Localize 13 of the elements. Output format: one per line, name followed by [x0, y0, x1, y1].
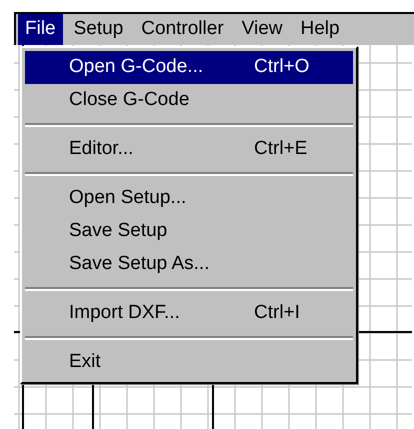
menu-option[interactable]: Save Setup As... — [25, 248, 353, 281]
menu-item[interactable]: View — [234, 14, 290, 45]
menu-item[interactable]: File — [18, 14, 63, 45]
menu-option[interactable]: Save Setup — [25, 215, 353, 248]
menu-item[interactable]: Help — [294, 14, 347, 45]
menu-option[interactable]: Import DXF... Ctrl+I — [25, 297, 353, 330]
menu-option[interactable]: Editor... Ctrl+E — [25, 133, 353, 166]
menu-option[interactable]: Open Setup... — [25, 182, 353, 215]
menu-option[interactable]: Open G-Code... Ctrl+O — [25, 51, 353, 84]
menu-item[interactable]: Setup — [66, 14, 130, 45]
menu-option[interactable]: Close G-Code — [25, 84, 353, 117]
menu-option[interactable]: Exit — [25, 346, 353, 379]
menu-item[interactable]: Controller — [134, 14, 231, 45]
